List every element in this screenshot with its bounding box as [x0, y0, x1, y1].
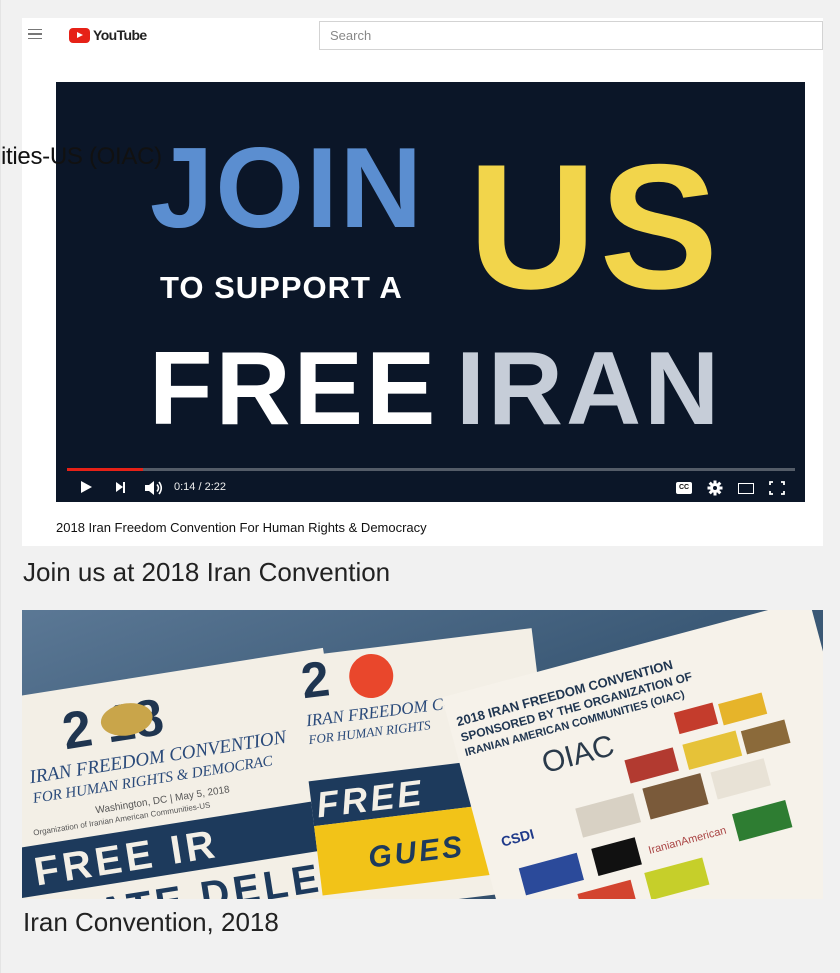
youtube-logo[interactable]: YouTube — [69, 27, 147, 43]
progress-fill — [67, 468, 144, 471]
caption-convention-2018: Iran Convention, 2018 — [23, 907, 279, 937]
youtube-logo-text: YouTube — [93, 27, 147, 43]
thumbnail-free-text: FREE — [149, 331, 439, 447]
overflow-org-text: ities-US (OIAC) — [1, 143, 162, 170]
page: YouTube JOIN US TO SUPPORT A FREE IRAN — [0, 0, 840, 973]
badges-illustration: 2 18 IRAN FREEDOM CONVENTION FOR HUMAN R… — [22, 610, 823, 899]
convention-badges-photo: 2 18 IRAN FREEDOM CONVENTION FOR HUMAN R… — [22, 610, 823, 899]
thumbnail-us-text: US — [468, 127, 722, 326]
video-player[interactable]: JOIN US TO SUPPORT A FREE IRAN 0:14 / 2:… — [56, 82, 805, 502]
search-input[interactable] — [319, 21, 823, 50]
theater-mode-icon[interactable] — [738, 483, 754, 494]
youtube-embed: YouTube JOIN US TO SUPPORT A FREE IRAN — [22, 18, 823, 546]
caption-join-us: Join us at 2018 Iran Convention — [23, 557, 391, 587]
thumbnail-join-text: JOIN — [150, 125, 425, 252]
youtube-header: YouTube — [22, 18, 823, 52]
video-title[interactable]: 2018 Iran Freedom Convention For Human R… — [56, 520, 427, 535]
fullscreen-icon[interactable] — [769, 481, 785, 495]
next-icon[interactable] — [116, 482, 125, 493]
volume-icon[interactable] — [144, 480, 164, 496]
settings-gear-icon[interactable] — [707, 480, 723, 496]
player-controls: 0:14 / 2:22 CC — [56, 474, 805, 502]
thumbnail-support-text: TO SUPPORT A — [160, 270, 403, 305]
captions-icon[interactable]: CC — [676, 482, 692, 494]
hamburger-menu-icon[interactable] — [28, 29, 42, 39]
progress-bar[interactable] — [67, 468, 795, 471]
thumbnail-iran-text: IRAN — [456, 331, 723, 447]
youtube-play-logo-icon — [69, 27, 90, 43]
play-icon[interactable] — [81, 481, 92, 493]
time-display: 0:14 / 2:22 — [174, 481, 226, 493]
